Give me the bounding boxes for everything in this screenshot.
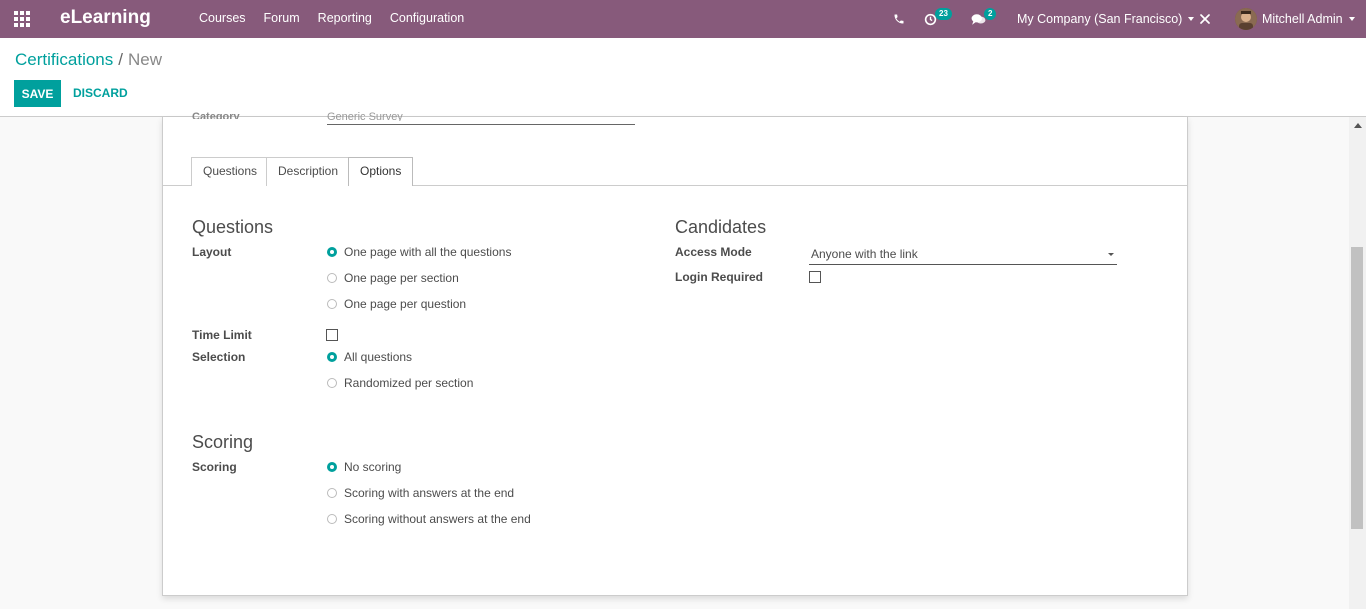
radio-unchecked[interactable] bbox=[327, 488, 337, 498]
category-field-underline bbox=[327, 124, 635, 125]
scoring-option-none[interactable]: No scoring bbox=[327, 460, 401, 474]
notebook-tabs: Questions Description Options bbox=[163, 157, 1187, 187]
breadcrumb: Certifications / New bbox=[15, 50, 162, 70]
category-label: Category bbox=[192, 111, 240, 119]
access-mode-select[interactable]: Anyone with the link bbox=[809, 245, 1117, 265]
questions-section-title: Questions bbox=[192, 217, 274, 237]
layout-option-question[interactable]: One page per question bbox=[327, 297, 466, 311]
layout-option-all[interactable]: One page with all the questions bbox=[327, 245, 511, 259]
debug-tools-icon[interactable] bbox=[1199, 0, 1211, 38]
radio-label: Scoring with answers at the end bbox=[344, 486, 515, 500]
selection-option-all[interactable]: All questions bbox=[327, 350, 412, 364]
menu-item-configuration[interactable]: Configuration bbox=[390, 11, 464, 25]
tab-options[interactable]: Options bbox=[348, 157, 414, 187]
radio-unchecked[interactable] bbox=[327, 273, 337, 283]
vertical-scrollbar[interactable] bbox=[1349, 117, 1366, 609]
radio-checked[interactable] bbox=[327, 462, 337, 472]
menu-item-forum[interactable]: Forum bbox=[264, 11, 300, 25]
breadcrumb-parent[interactable]: Certifications bbox=[15, 50, 113, 69]
app-grid-icon[interactable] bbox=[14, 11, 31, 27]
scoring-option-with-answers[interactable]: Scoring with answers at the end bbox=[327, 486, 514, 500]
scrollbar-thumb[interactable] bbox=[1351, 247, 1363, 529]
radio-checked[interactable] bbox=[327, 247, 337, 257]
chevron-down-icon bbox=[1348, 17, 1355, 21]
scroll-up-arrow-icon[interactable] bbox=[1354, 123, 1362, 128]
radio-unchecked[interactable] bbox=[327, 514, 337, 524]
phone-icon[interactable] bbox=[893, 0, 905, 38]
access-mode-value: Anyone with the link bbox=[811, 247, 918, 261]
layout-option-section[interactable]: One page per section bbox=[327, 271, 459, 285]
menu-item-courses[interactable]: Courses bbox=[199, 11, 246, 25]
activity-badge: 23 bbox=[935, 8, 952, 20]
company-switcher[interactable]: My Company (San Francisco) bbox=[1017, 0, 1195, 38]
avatar bbox=[1235, 8, 1257, 30]
control-panel: Certifications / New SAVE DISCARD bbox=[0, 38, 1366, 117]
breadcrumb-separator: / bbox=[118, 50, 123, 69]
time-limit-checkbox[interactable] bbox=[326, 329, 338, 341]
access-mode-label: Access Mode bbox=[675, 245, 752, 259]
discard-button[interactable]: DISCARD bbox=[73, 86, 128, 100]
breadcrumb-current: New bbox=[128, 50, 163, 69]
user-name: Mitchell Admin bbox=[1262, 12, 1343, 26]
scoring-section-title: Scoring bbox=[192, 432, 254, 452]
scoring-option-without-answers[interactable]: Scoring without answers at the end bbox=[327, 512, 531, 526]
login-required-label: Login Required bbox=[675, 270, 763, 284]
top-navbar: eLearning Courses Forum Reporting Config… bbox=[0, 0, 1366, 38]
chevron-down-icon bbox=[1108, 253, 1114, 256]
save-button[interactable]: SAVE bbox=[14, 80, 61, 107]
form-sheet: Category Generic Survey Questions Descri… bbox=[162, 111, 1188, 596]
radio-label: One page with all the questions bbox=[344, 245, 512, 259]
main-menu: Courses Forum Reporting Configuration bbox=[199, 11, 482, 25]
tab-description[interactable]: Description bbox=[266, 157, 351, 186]
radio-label: One page per question bbox=[344, 297, 467, 311]
messages-button[interactable]: 2 bbox=[971, 0, 997, 38]
category-field-value[interactable]: Generic Survey bbox=[327, 111, 635, 121]
app-brand[interactable]: eLearning bbox=[60, 7, 151, 29]
time-limit-label: Time Limit bbox=[192, 328, 252, 342]
chevron-down-icon bbox=[1188, 17, 1195, 21]
radio-label: No scoring bbox=[344, 460, 402, 474]
radio-label: One page per section bbox=[344, 271, 459, 285]
login-required-checkbox[interactable] bbox=[809, 271, 821, 283]
menu-item-reporting[interactable]: Reporting bbox=[318, 11, 372, 25]
radio-label: All questions bbox=[344, 350, 413, 364]
radio-unchecked[interactable] bbox=[327, 299, 337, 309]
user-menu[interactable]: Mitchell Admin bbox=[1235, 0, 1355, 38]
messages-badge: 2 bbox=[984, 8, 997, 20]
radio-checked[interactable] bbox=[327, 352, 337, 362]
layout-label: Layout bbox=[192, 245, 232, 259]
radio-unchecked[interactable] bbox=[327, 378, 337, 388]
selection-option-random[interactable]: Randomized per section bbox=[327, 376, 473, 390]
selection-label: Selection bbox=[192, 350, 246, 364]
scoring-label: Scoring bbox=[192, 460, 237, 474]
radio-label: Scoring without answers at the end bbox=[344, 512, 531, 526]
radio-label: Randomized per section bbox=[344, 376, 474, 390]
tab-questions[interactable]: Questions bbox=[191, 157, 270, 186]
candidates-section-title: Candidates bbox=[675, 217, 767, 237]
activity-button[interactable]: 23 bbox=[924, 0, 952, 38]
company-name: My Company (San Francisco) bbox=[1017, 12, 1183, 26]
